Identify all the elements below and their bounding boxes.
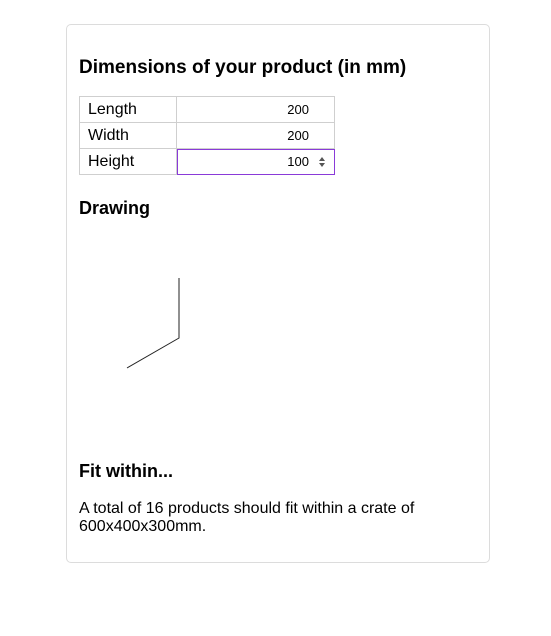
fit-text-before: A total of	[79, 500, 146, 517]
up-down-spinner-icon[interactable]	[318, 156, 326, 168]
table-row: Width	[79, 122, 335, 149]
page-title: Dimensions of your product (in mm)	[79, 57, 407, 78]
drawing-lines	[126, 278, 180, 369]
dimensions-table: Length Width Height	[79, 96, 335, 175]
width-label: Width	[79, 122, 177, 149]
fit-text-after: .	[201, 518, 207, 535]
width-cell	[176, 122, 335, 149]
table-row: Height	[79, 148, 335, 175]
length-label: Length	[79, 96, 177, 123]
height-cell	[176, 148, 335, 175]
length-cell	[176, 96, 335, 123]
height-label: Height	[79, 148, 177, 175]
fit-count: 16	[145, 500, 164, 517]
height-input[interactable]	[177, 149, 334, 174]
fit-text-mid: products should fit within a crate of	[163, 500, 415, 517]
crate-size: 600x400x300mm	[79, 518, 202, 535]
length-input[interactable]	[177, 97, 334, 122]
drawing-heading: Drawing	[79, 198, 151, 218]
product-drawing	[126, 278, 180, 369]
table-row: Length	[79, 96, 335, 123]
width-input[interactable]	[177, 123, 334, 148]
fit-heading: Fit within...	[79, 461, 173, 481]
fit-summary: A total of 16 products should fit within…	[79, 500, 479, 536]
